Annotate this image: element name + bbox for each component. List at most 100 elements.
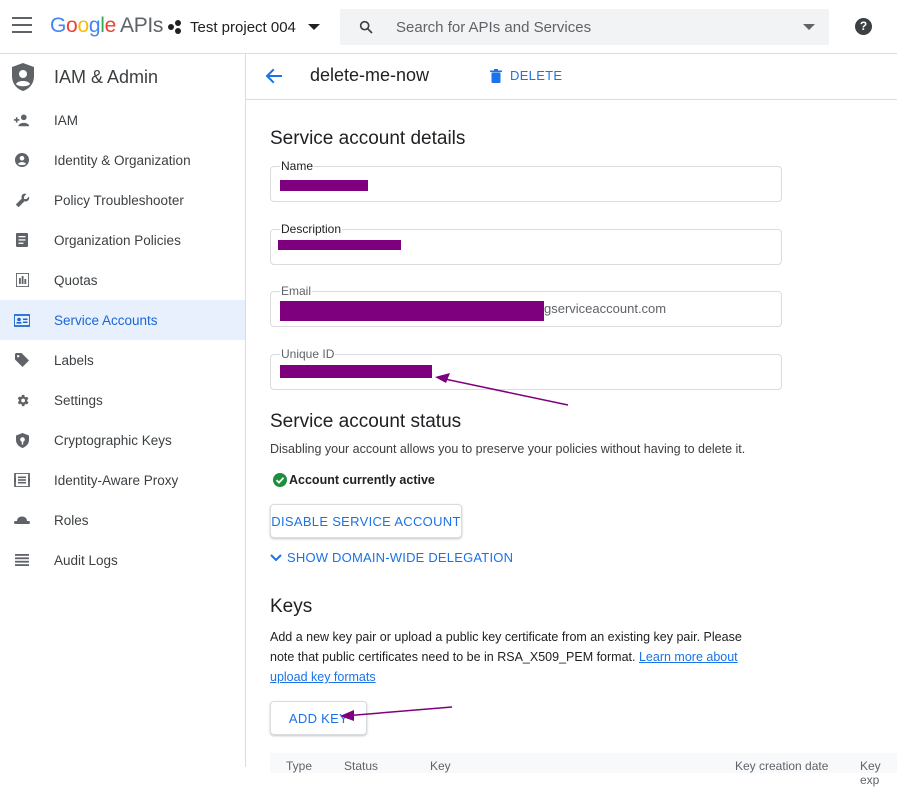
logo-apis-text: APIs: [119, 14, 164, 37]
wrench-icon: [14, 192, 30, 208]
help-icon[interactable]: ?: [855, 18, 872, 35]
column-header-status[interactable]: Status: [344, 759, 378, 773]
keys-table-header: Type Status Key Key creation date Key ex…: [270, 753, 897, 787]
project-name: Test project 004: [190, 18, 296, 36]
add-key-button[interactable]: ADD KEY: [270, 701, 367, 735]
main-content: Service account details Name Description…: [270, 100, 897, 787]
sidebar-item-policy-troubleshooter[interactable]: Policy Troubleshooter: [0, 180, 245, 220]
trash-icon: [490, 68, 502, 83]
sidebar-item-cryptographic-keys[interactable]: Cryptographic Keys: [0, 420, 245, 460]
account-status-text: Account currently active: [289, 473, 435, 487]
column-header-key[interactable]: Key: [430, 759, 451, 773]
service-account-icon: [14, 312, 30, 328]
email-field: Email gserviceaccount.com: [270, 284, 782, 327]
logo-letter: e: [104, 14, 117, 37]
unique-id-field: Unique ID: [270, 347, 782, 390]
column-header-type[interactable]: Type: [286, 759, 312, 773]
sidebar-item-roles[interactable]: Roles: [0, 500, 245, 540]
keys-description: Add a new key pair or upload a public ke…: [270, 627, 770, 687]
sidebar-item-label: Service Accounts: [54, 312, 158, 328]
top-bar: GoogleAPIs Test project 004 ?: [0, 0, 897, 54]
sidebar-item-label: Identity-Aware Proxy: [54, 472, 179, 488]
sidebar-item-label: Audit Logs: [54, 552, 118, 568]
sidebar-item-label: Roles: [54, 512, 89, 528]
keys-title: Keys: [270, 596, 313, 617]
keys-description-line-1: Add a new key pair or upload a public ke…: [270, 630, 742, 644]
delete-button[interactable]: DELETE: [490, 68, 562, 83]
chevron-down-icon: [270, 553, 282, 561]
name-field[interactable]: Name: [270, 159, 782, 202]
iam-shield-icon: [12, 63, 34, 91]
description-field[interactable]: Description: [270, 222, 782, 265]
hat-icon: [14, 512, 30, 528]
sidebar-item-label: IAM: [54, 112, 79, 128]
sidebar-item-iam[interactable]: IAM: [0, 100, 245, 140]
search-bar[interactable]: [340, 9, 829, 45]
learn-more-link[interactable]: Learn more about: [639, 650, 738, 664]
account-status: Account currently active: [273, 473, 435, 487]
redacted-email-value: [280, 301, 544, 321]
column-header-key-expiration[interactable]: Key exp: [860, 759, 897, 787]
sidebar-header: IAM & Admin: [0, 54, 245, 100]
status-description: Disabling your account allows you to pre…: [270, 442, 746, 456]
project-selector[interactable]: Test project 004: [168, 16, 320, 38]
proxy-icon: [14, 472, 30, 488]
upload-key-formats-link[interactable]: upload key formats: [270, 670, 376, 684]
sidebar-item-label: Cryptographic Keys: [54, 432, 172, 448]
description-field-label: Description: [280, 222, 343, 236]
show-domain-wide-delegation-link[interactable]: SHOW DOMAIN-WIDE DELEGATION: [270, 550, 513, 565]
sidebar-item-service-accounts[interactable]: Service Accounts: [0, 300, 245, 340]
sidebar-item-quotas[interactable]: Quotas: [0, 260, 245, 300]
redacted-name-value: [280, 180, 368, 191]
disable-service-account-button[interactable]: DISABLE SERVICE ACCOUNT: [270, 504, 462, 538]
list-icon: [14, 552, 30, 568]
keys-description-line-2: note that public certificates need to be…: [270, 650, 636, 664]
back-arrow-icon[interactable]: [264, 66, 284, 86]
chevron-down-icon: [307, 24, 320, 30]
redacted-unique-id-value: [280, 365, 432, 378]
logo-letter: G: [50, 14, 67, 37]
sidebar-item-label: Settings: [54, 392, 103, 408]
unique-id-field-label: Unique ID: [280, 347, 336, 361]
sidebar-item-audit-logs[interactable]: Audit Logs: [0, 540, 245, 580]
sidebar-item-organization-policies[interactable]: Organization Policies: [0, 220, 245, 260]
status-title: Service account status: [270, 411, 462, 432]
sidebar-item-identity-aware-proxy[interactable]: Identity-Aware Proxy: [0, 460, 245, 500]
account-circle-icon: [14, 152, 30, 168]
sidebar-item-label: Quotas: [54, 272, 98, 288]
person-add-icon: [14, 112, 30, 128]
sidebar-item-label: Organization Policies: [54, 232, 181, 248]
email-field-label: Email: [280, 284, 313, 298]
delete-label: DELETE: [510, 68, 563, 83]
search-input[interactable]: [396, 16, 776, 38]
logo-letter: o: [66, 14, 78, 37]
quota-icon: [14, 272, 30, 288]
logo-letter: g: [88, 14, 101, 37]
sidebar-item-label: Policy Troubleshooter: [54, 192, 184, 208]
hamburger-menu-icon[interactable]: [12, 17, 32, 33]
sidebar-item-labels[interactable]: Labels: [0, 340, 245, 380]
logo-letter: o: [77, 14, 89, 37]
sidebar-item-settings[interactable]: Settings: [0, 380, 245, 420]
search-dropdown-icon[interactable]: [803, 24, 815, 30]
sidebar-title: IAM & Admin: [54, 66, 159, 87]
shield-key-icon: [14, 432, 30, 448]
page-header: delete-me-now DELETE: [246, 54, 897, 100]
name-field-label: Name: [280, 159, 315, 173]
sidebar-item-label: Identity & Organization: [54, 152, 191, 168]
redacted-description-value: [278, 240, 401, 250]
details-title: Service account details: [270, 128, 466, 149]
google-apis-logo[interactable]: Google APIs: [50, 14, 163, 38]
document-icon: [14, 232, 30, 248]
sidebar: IAM & Admin IAM Identity & Organization …: [0, 54, 246, 767]
sidebar-item-label: Labels: [54, 352, 94, 368]
label-icon: [14, 352, 30, 368]
page-title: delete-me-now: [310, 65, 430, 85]
column-header-key-creation-date[interactable]: Key creation date: [735, 759, 828, 773]
sidebar-item-identity-organization[interactable]: Identity & Organization: [0, 140, 245, 180]
search-icon: [359, 20, 373, 34]
email-domain-text: gserviceaccount.com: [544, 301, 667, 316]
delegation-link-text: SHOW DOMAIN-WIDE DELEGATION: [287, 550, 514, 565]
gear-icon: [14, 392, 30, 408]
check-circle-icon: [273, 473, 287, 487]
